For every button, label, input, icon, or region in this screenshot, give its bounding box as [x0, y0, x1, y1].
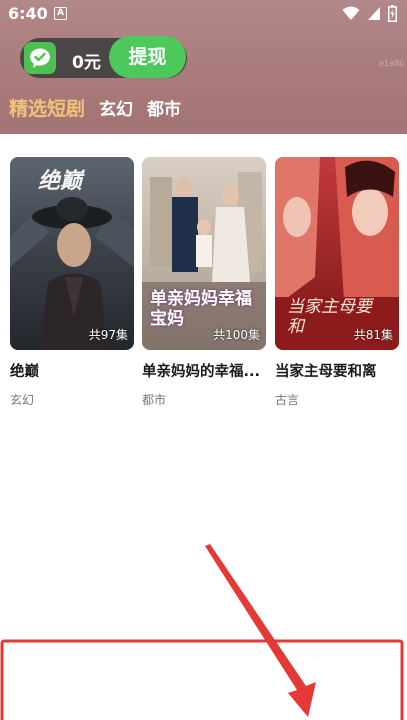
drama-card[interactable]: 单亲妈妈幸福宝妈 共100集 单亲妈妈的幸福... 都市 — [142, 157, 266, 408]
drama-title[interactable]: 单亲妈妈的幸福... — [142, 360, 266, 381]
episode-count: 共81集 — [353, 328, 393, 342]
drama-title[interactable]: 当家主母要和离 — [275, 360, 399, 381]
battery-icon — [388, 5, 397, 22]
highlight-box — [0, 639, 404, 720]
faint-watermark-text: e1a8b — [379, 59, 405, 68]
notification-icon: A — [54, 7, 67, 20]
poster-art-text: 绝巅 — [38, 168, 83, 194]
wallet-balance: 0元 — [72, 53, 101, 73]
signal-icon — [368, 7, 380, 20]
status-icons — [342, 5, 397, 22]
category-tabs: 精选短剧 玄幻 都市 — [9, 94, 195, 121]
poster-art-text: 单亲妈妈幸福宝妈 — [150, 289, 252, 329]
withdraw-button[interactable]: 提现 — [109, 36, 186, 78]
wechat-wallet-icon — [24, 42, 56, 74]
drama-card[interactable]: 绝巅 共97集 绝巅 玄幻 — [10, 157, 134, 408]
drama-genre: 都市 — [142, 393, 167, 407]
status-bar: 6:40 A — [0, 0, 407, 28]
drama-poster[interactable]: 单亲妈妈幸福宝妈 共100集 — [142, 157, 266, 350]
drama-card[interactable]: 当家主母要和 共81集 当家主母要和离 古言 — [275, 157, 399, 408]
episode-count: 共100集 — [213, 328, 260, 342]
status-time: 6:40 — [8, 4, 48, 23]
tab-urban[interactable]: 都市 — [147, 95, 181, 120]
annotation-arrow — [200, 544, 316, 717]
drama-poster[interactable]: 当家主母要和 共81集 — [275, 157, 399, 350]
drama-genre: 玄幻 — [10, 393, 35, 407]
drama-title[interactable]: 绝巅 — [10, 360, 134, 381]
drama-genre: 古言 — [275, 393, 300, 407]
tab-featured[interactable]: 精选短剧 — [9, 94, 85, 121]
episode-count: 共97集 — [88, 328, 128, 342]
wifi-icon — [342, 6, 360, 20]
tab-fantasy[interactable]: 玄幻 — [99, 95, 133, 120]
drama-poster[interactable]: 绝巅 共97集 — [10, 157, 134, 350]
